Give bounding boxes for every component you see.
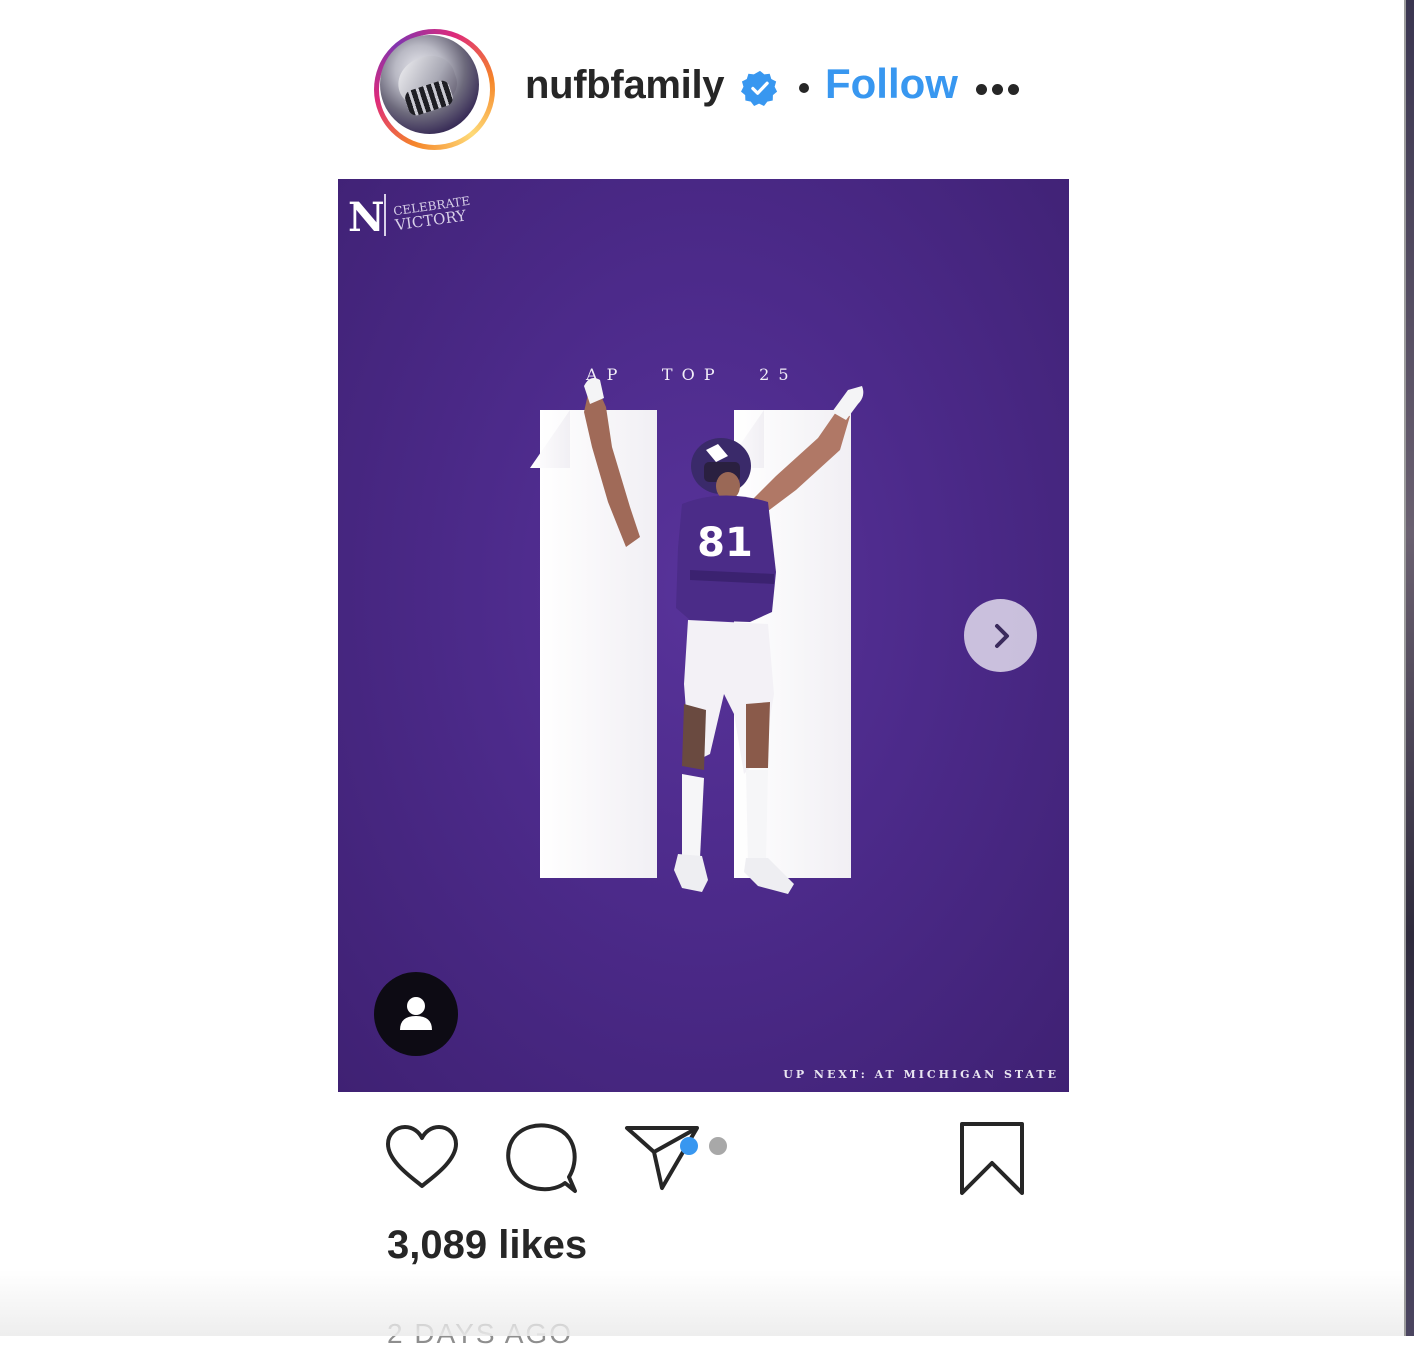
likes-count[interactable]: 3,089 likes: [387, 1223, 587, 1268]
carousel-dot-active: [680, 1137, 698, 1155]
carousel-dot-inactive: [709, 1137, 727, 1155]
send-icon[interactable]: [624, 1124, 700, 1192]
bottom-fade-overlay: [0, 1270, 1404, 1336]
post-footer-text: UP NEXT: AT MICHIGAN STATE: [783, 1068, 1059, 1081]
username-link[interactable]: nufbfamily: [525, 63, 725, 108]
verified-badge-icon: [741, 70, 778, 106]
jersey-number: 81: [697, 520, 753, 566]
profile-avatar[interactable]: [374, 29, 495, 150]
logo-tagline: CELEBRATE VICTORY: [392, 194, 472, 234]
post-timestamp[interactable]: 2 DAYS AGO: [387, 1318, 573, 1350]
tagged-users-button[interactable]: [374, 972, 458, 1056]
player-figure: 81: [584, 378, 864, 894]
comment-icon[interactable]: [503, 1121, 581, 1195]
user-icon: [400, 997, 432, 1030]
bookmark-icon[interactable]: [958, 1121, 1026, 1197]
post-image[interactable]: N CELEBRATE VICTORY A P T O P 2 5 81 UP …: [338, 179, 1069, 1092]
background-window-strip: [1406, 0, 1414, 1336]
follow-button[interactable]: Follow: [825, 60, 958, 108]
heart-icon[interactable]: [384, 1124, 460, 1190]
carousel-next-button[interactable]: [964, 599, 1037, 672]
chevron-right-icon: [995, 624, 1009, 648]
northwestern-logo: N: [348, 194, 385, 241]
more-options-icon[interactable]: [974, 84, 1022, 96]
logo-divider: [384, 194, 386, 236]
avatar-image: [380, 35, 479, 134]
header-separator-dot: [799, 83, 809, 93]
